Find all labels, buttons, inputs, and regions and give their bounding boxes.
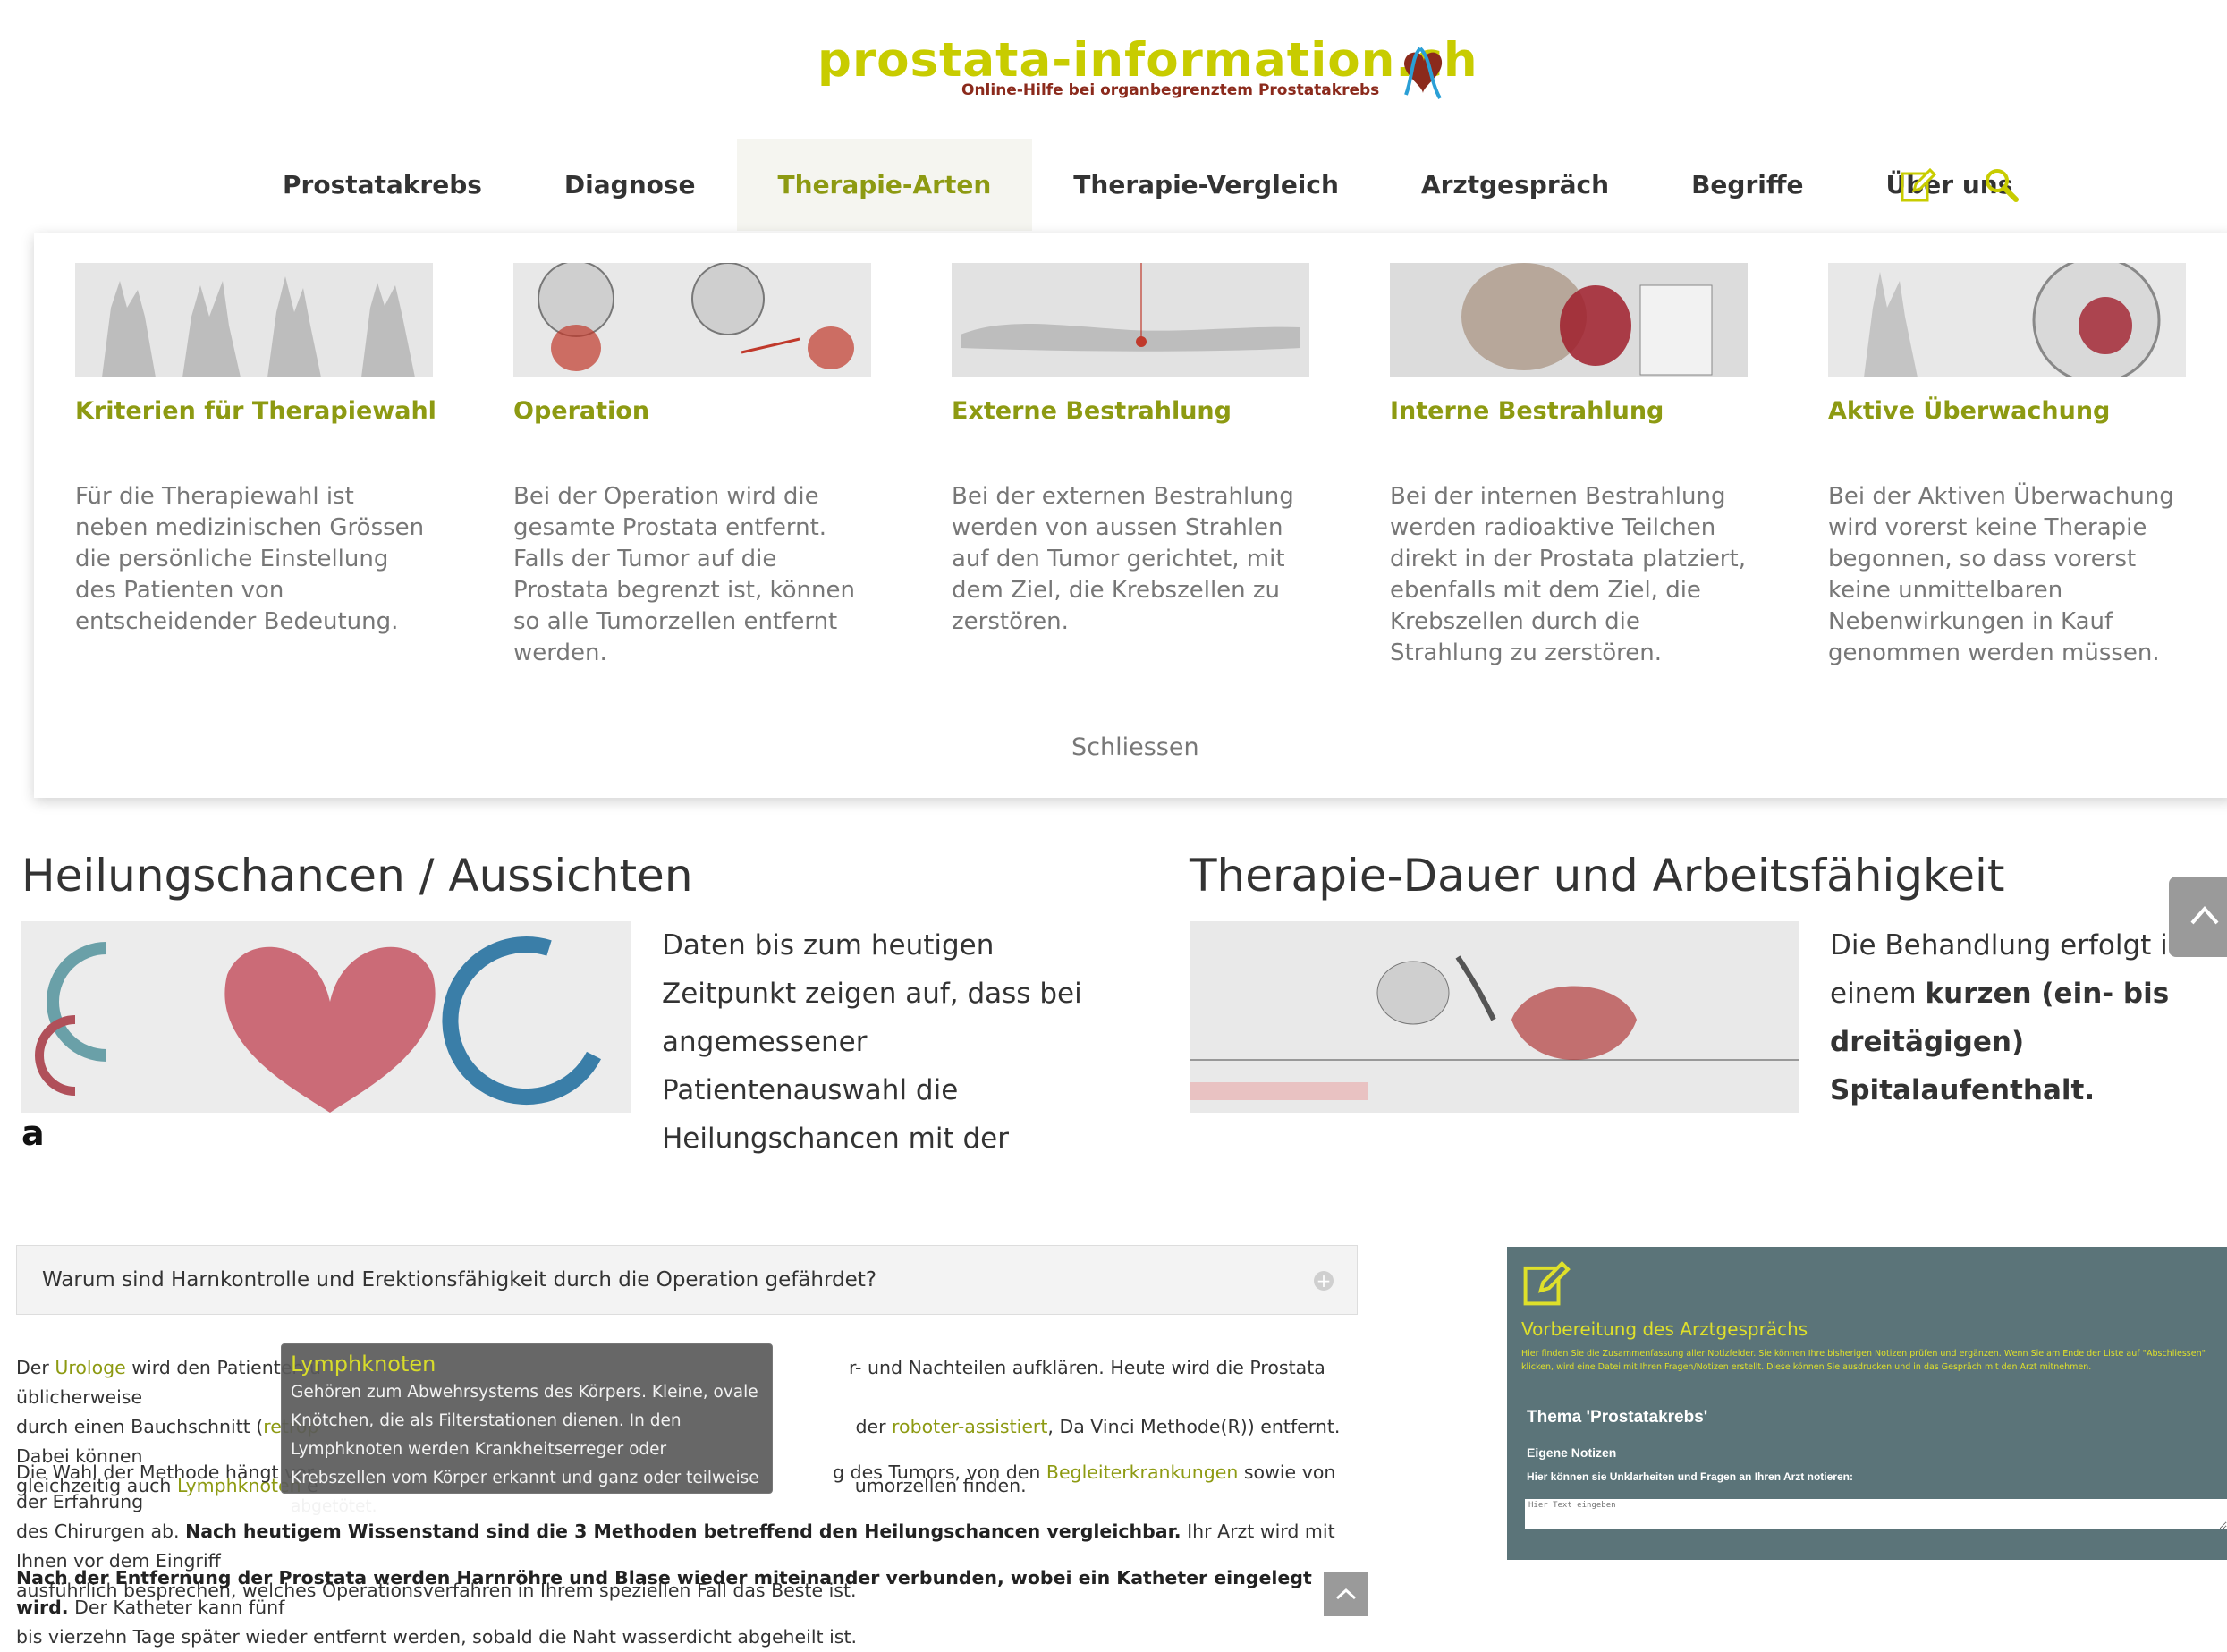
stray-letter: a [21, 1114, 45, 1153]
heilungschancen-heading: Heilungschancen / Aussichten [21, 850, 693, 902]
link-roboter-assistiert[interactable]: roboter-assistiert [892, 1416, 1047, 1437]
card-text: Bei der Aktiven Überwachung wird vorerst… [1828, 483, 2174, 666]
arztgespraech-panel: Vorbereitung des Arztgesprächs Hier find… [1507, 1247, 2227, 1560]
menu-card-kriterien[interactable]: Kriterien für Therapiewahl Für die Thera… [75, 263, 436, 638]
panel-description: Hier finden Sie die Zusammenfassung alle… [1521, 1349, 2206, 1372]
panel-notes-hint: Hier können sie Unklarheiten und Fragen … [1527, 1470, 1853, 1483]
heilungschancen-text: Daten bis zum heutigen Zeitpunkt zeigen … [662, 929, 1082, 1155]
menu-card-aktive-ueberwachung[interactable]: Aktive Überwachung Bei der Aktiven Überw… [1828, 263, 2186, 669]
panel-theme: Thema 'Prostatakrebs' [1527, 1408, 1708, 1427]
scroll-to-top-button[interactable] [2169, 877, 2227, 957]
heilungschancen-image [21, 921, 631, 1113]
nav-arztgespraech[interactable]: Arztgespräch [1380, 139, 1650, 231]
card-title[interactable]: Interne Bestrahlung [1390, 397, 1748, 433]
link-urologe[interactable]: Urologe [55, 1357, 125, 1378]
paragraph-catheter: Nach der Entfernung der Prostata werden … [16, 1567, 1312, 1648]
surveillance-illustration [1828, 263, 2186, 377]
card-title[interactable]: Externe Bestrahlung [952, 397, 1309, 433]
nav-therapie-arten[interactable]: Therapie-Arten [736, 139, 1033, 231]
edit-notes-icon[interactable] [1898, 165, 1937, 205]
menu-card-interne-bestrahlung[interactable]: Interne Bestrahlung Bei der internen Bes… [1390, 263, 1748, 669]
prostate-illustration [513, 263, 871, 377]
nav-ueber-uns[interactable]: Über uns [1845, 139, 2054, 231]
tooltip-body: Gehören zum Abwehrsystems des Körpers. K… [291, 1383, 759, 1516]
lymphknoten-tooltip: Lymphknoten Gehören zum Abwehrsystems de… [281, 1343, 773, 1516]
accordion-harnkontrolle[interactable]: Warum sind Harnkontrolle und Erektionsfä… [16, 1245, 1358, 1315]
card-title[interactable]: Kriterien für Therapiewahl [75, 397, 436, 433]
tooltip-title: Lymphknoten [291, 1351, 436, 1377]
edit-notes-icon [1523, 1260, 1571, 1306]
accordion-label: Warum sind Harnkontrolle und Erektionsfä… [42, 1268, 877, 1292]
ribbon-heart-icon [1404, 47, 1443, 99]
therapie-dauer-heading: Therapie-Dauer und Arbeitsfähigkeit [1190, 850, 2005, 902]
menu-card-operation[interactable]: Operation Bei der Operation wird die ges… [513, 263, 871, 669]
radiation-illustration [952, 263, 1309, 377]
card-text: Bei der Operation wird die gesamte Prost… [513, 483, 855, 666]
panel-title: Vorbereitung des Arztgesprächs [1521, 1318, 1808, 1340]
card-title[interactable]: Operation [513, 397, 871, 433]
card-text: Für die Therapiewahl ist neben medizinis… [75, 483, 425, 635]
card-title[interactable]: Aktive Überwachung [1828, 397, 2186, 433]
therapie-dauer-text: Die Behandlung erfolgt in einem kurzen (… [1830, 929, 2186, 1106]
menu-card-externe-bestrahlung[interactable]: Externe Bestrahlung Bei der externen Bes… [952, 263, 1309, 638]
scroll-to-top-small-button[interactable] [1324, 1572, 1368, 1616]
nav-prostatakrebs[interactable]: Prostatakrebs [241, 139, 523, 231]
link-begleiterkrankungen[interactable]: Begleiterkrankungen [1046, 1461, 1238, 1483]
plus-circle-icon: + [1314, 1271, 1334, 1291]
brachytherapy-illustration [1390, 263, 1748, 377]
logo-tagline: Online-Hilfe bei organbegrenztem Prostat… [961, 81, 1380, 99]
therapy-mega-menu: Kriterien für Therapiewahl Für die Thera… [34, 233, 2227, 798]
card-text: Bei der externen Bestrahlung werden von … [952, 483, 1294, 635]
panel-notes-heading: Eigene Notizen [1527, 1445, 1617, 1460]
therapie-dauer-image [1190, 921, 1799, 1113]
notes-input[interactable] [1525, 1499, 2227, 1529]
nav-begriffe[interactable]: Begriffe [1650, 139, 1844, 231]
search-icon[interactable] [1982, 165, 2021, 205]
card-text: Bei der internen Bestrahlung werden radi… [1390, 483, 1746, 666]
site-logo[interactable]: prostata-information.ch Online-Hilfe bei… [814, 32, 1478, 113]
nav-diagnose[interactable]: Diagnose [523, 139, 737, 231]
chevron-up-icon [2190, 905, 2219, 925]
chevron-up-icon [1335, 1588, 1357, 1600]
nav-therapie-vergleich[interactable]: Therapie-Vergleich [1032, 139, 1380, 231]
main-nav: Prostatakrebs Diagnose Therapie-Arten Th… [241, 139, 2053, 231]
hands-illustration [75, 263, 433, 377]
close-menu-link[interactable]: Schliessen [1071, 733, 1199, 761]
